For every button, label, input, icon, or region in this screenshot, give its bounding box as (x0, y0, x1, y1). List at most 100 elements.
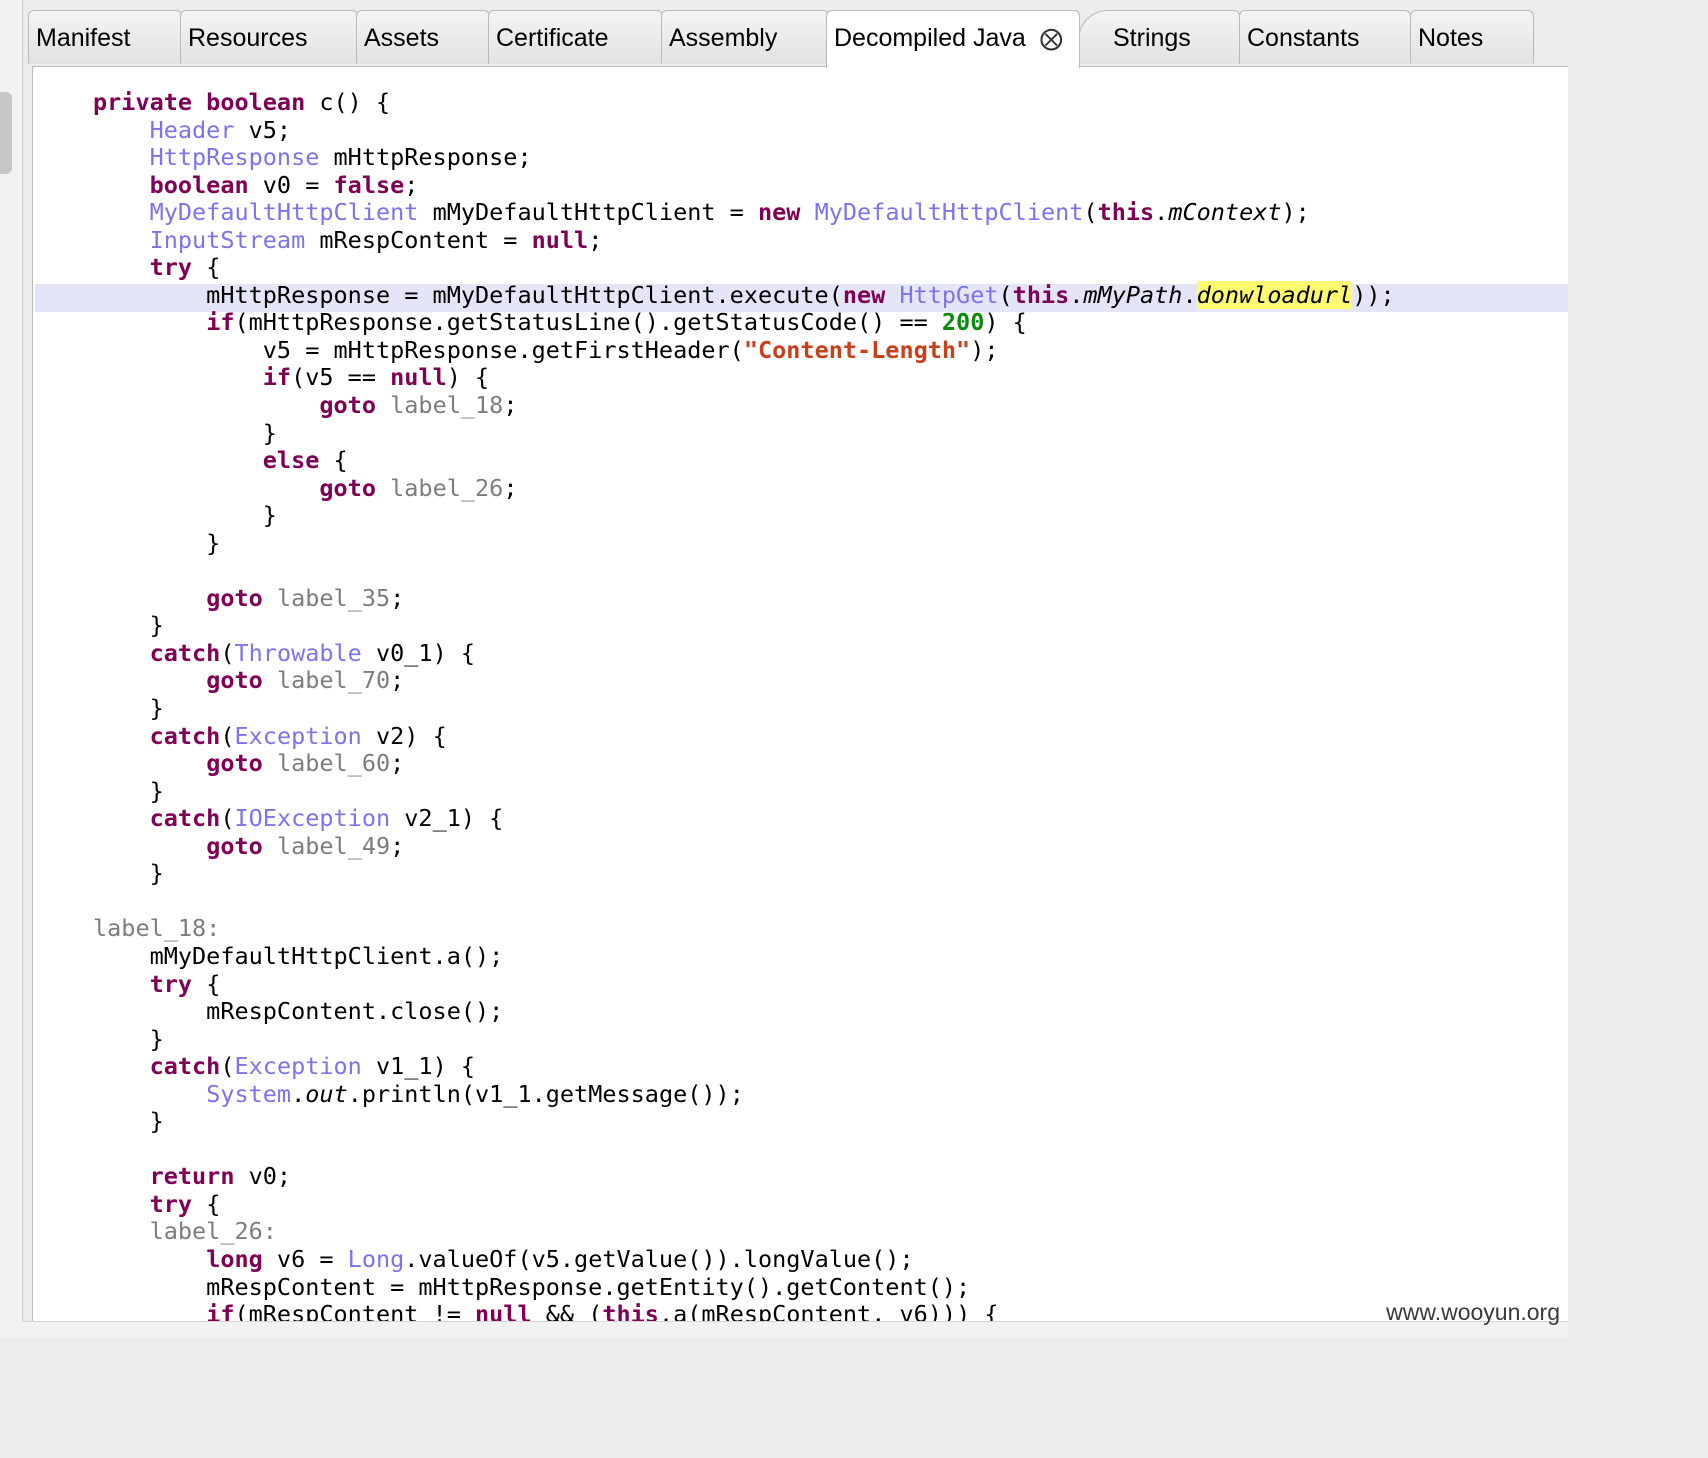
code-line[interactable]: private boolean c() { (93, 88, 1395, 117)
tab-resources[interactable]: Resources (180, 10, 358, 64)
code-line[interactable] (93, 557, 1395, 585)
code-token: ; (503, 391, 518, 420)
code-line[interactable]: } (93, 501, 1395, 530)
code-editor[interactable]: private boolean c() { Header v5; HttpRes… (32, 66, 1568, 1338)
tab-strings[interactable]: Strings (1078, 10, 1240, 64)
code-line[interactable]: HttpResponse mHttpResponse; (93, 143, 1395, 172)
code-line[interactable]: InputStream mRespContent = null; (93, 226, 1395, 255)
code-token: boolean (149, 170, 249, 199)
code-token: goto (206, 583, 263, 612)
watermark: www.wooyun.org (1386, 1299, 1560, 1325)
left-scrollbar[interactable] (0, 0, 23, 1338)
tab-decompiled-java[interactable]: Decompiled Java ⨂ (826, 10, 1080, 68)
code-line[interactable]: } (93, 528, 1395, 558)
code-token: } (93, 528, 221, 557)
code-token: } (93, 1107, 164, 1136)
code-token: { (319, 446, 348, 475)
tab-assembly[interactable]: Assembly (661, 10, 829, 64)
code-line[interactable]: } (93, 1024, 1395, 1054)
code-line[interactable]: catch(IOException v2_1) { (93, 804, 1395, 833)
code-token: catch (149, 804, 221, 833)
code-line[interactable]: mRespContent = mHttpResponse.getEntity()… (93, 1273, 1395, 1302)
code-token: .println(v1_1.getMessage()); (347, 1079, 744, 1108)
code-line[interactable]: } (93, 1107, 1395, 1136)
code-token: } (93, 418, 277, 447)
code-line[interactable]: } (93, 777, 1395, 806)
code-line[interactable]: catch(Exception v2) { (93, 722, 1395, 751)
code-line[interactable]: mRespContent.close(); (93, 997, 1395, 1026)
code-line[interactable]: catch(Exception v1_1) { (93, 1052, 1395, 1081)
code-token: v0 = (248, 170, 334, 199)
code-token: this (1012, 280, 1070, 309)
code-token: } (93, 1024, 164, 1053)
code-token: catch (149, 638, 221, 667)
code-line[interactable]: try { (93, 254, 1395, 282)
code-line[interactable]: goto label_26; (93, 474, 1395, 503)
code-listing[interactable]: private boolean c() { Header v5; HttpRes… (33, 88, 1395, 1329)
code-line[interactable]: Header v5; (93, 116, 1395, 145)
tab-label: Resources (188, 24, 308, 52)
code-token: label_26: (149, 1217, 277, 1246)
code-line[interactable]: if(mHttpResponse.getStatusLine().getStat… (93, 309, 1395, 337)
code-line[interactable]: goto label_49; (93, 832, 1395, 861)
code-token: } (93, 694, 164, 723)
code-line[interactable]: else { (93, 446, 1395, 475)
code-line[interactable]: goto label_70; (93, 667, 1395, 695)
code-line[interactable]: goto label_60; (93, 749, 1395, 778)
code-token: mHttpResponse = mMyDefaultHttpClient.exe… (93, 280, 843, 309)
tab-label: Strings (1113, 24, 1191, 52)
code-line[interactable]: mMyDefaultHttpClient.a(); (93, 942, 1395, 971)
code-line[interactable]: goto label_35; (93, 583, 1395, 613)
code-token: ; (390, 666, 405, 695)
code-line[interactable]: long v6 = Long.valueOf(v5.getValue()).lo… (93, 1244, 1395, 1274)
bottom-scrollbar[interactable] (22, 1321, 1568, 1338)
code-token: ) { (984, 308, 1027, 337)
tab-manifest[interactable]: Manifest (28, 10, 182, 64)
code-line[interactable]: MyDefaultHttpClient mMyDefaultHttpClient… (93, 198, 1395, 227)
code-line[interactable]: boolean v0 = false; (93, 170, 1395, 200)
scrollbar-thumb[interactable] (0, 92, 12, 174)
code-line[interactable] (93, 888, 1395, 916)
code-line[interactable]: goto label_18; (93, 391, 1395, 420)
code-token: if (262, 363, 292, 392)
code-token: v2_1) { (390, 804, 504, 833)
code-line[interactable]: mHttpResponse = mMyDefaultHttpClient.exe… (93, 280, 1395, 310)
code-line[interactable]: catch(Throwable v0_1) { (93, 638, 1395, 668)
code-token: Long (347, 1244, 405, 1273)
tab-certificate[interactable]: Certificate (488, 10, 663, 64)
code-line[interactable] (93, 1136, 1395, 1164)
code-line[interactable]: label_18: (93, 915, 1395, 943)
close-icon[interactable]: ⨂ (1040, 25, 1063, 52)
code-line[interactable]: if(v5 == null) { (93, 364, 1395, 392)
code-token: ( (220, 638, 235, 667)
code-line[interactable]: v5 = mHttpResponse.getFirstHeader("Conte… (93, 336, 1395, 365)
code-line[interactable]: try { (93, 1190, 1395, 1219)
code-line[interactable]: try { (93, 970, 1395, 999)
code-line[interactable]: label_26: (93, 1218, 1395, 1246)
code-line[interactable]: return v0; (93, 1163, 1395, 1191)
code-line[interactable]: System.out.println(v1_1.getMessage()); (93, 1079, 1395, 1109)
code-token: )); (1352, 280, 1395, 309)
code-token: mMyPath (1083, 280, 1183, 309)
tab-notes[interactable]: Notes (1410, 10, 1534, 64)
code-line[interactable]: } (93, 694, 1395, 723)
code-line[interactable]: } (93, 612, 1395, 640)
code-token: this (1097, 198, 1155, 227)
tab-constants[interactable]: Constants (1239, 10, 1411, 64)
tab-assets[interactable]: Assets (356, 10, 490, 64)
code-line[interactable]: } (93, 860, 1395, 888)
code-token: label_18: (93, 914, 221, 943)
code-line[interactable]: } (93, 418, 1395, 448)
